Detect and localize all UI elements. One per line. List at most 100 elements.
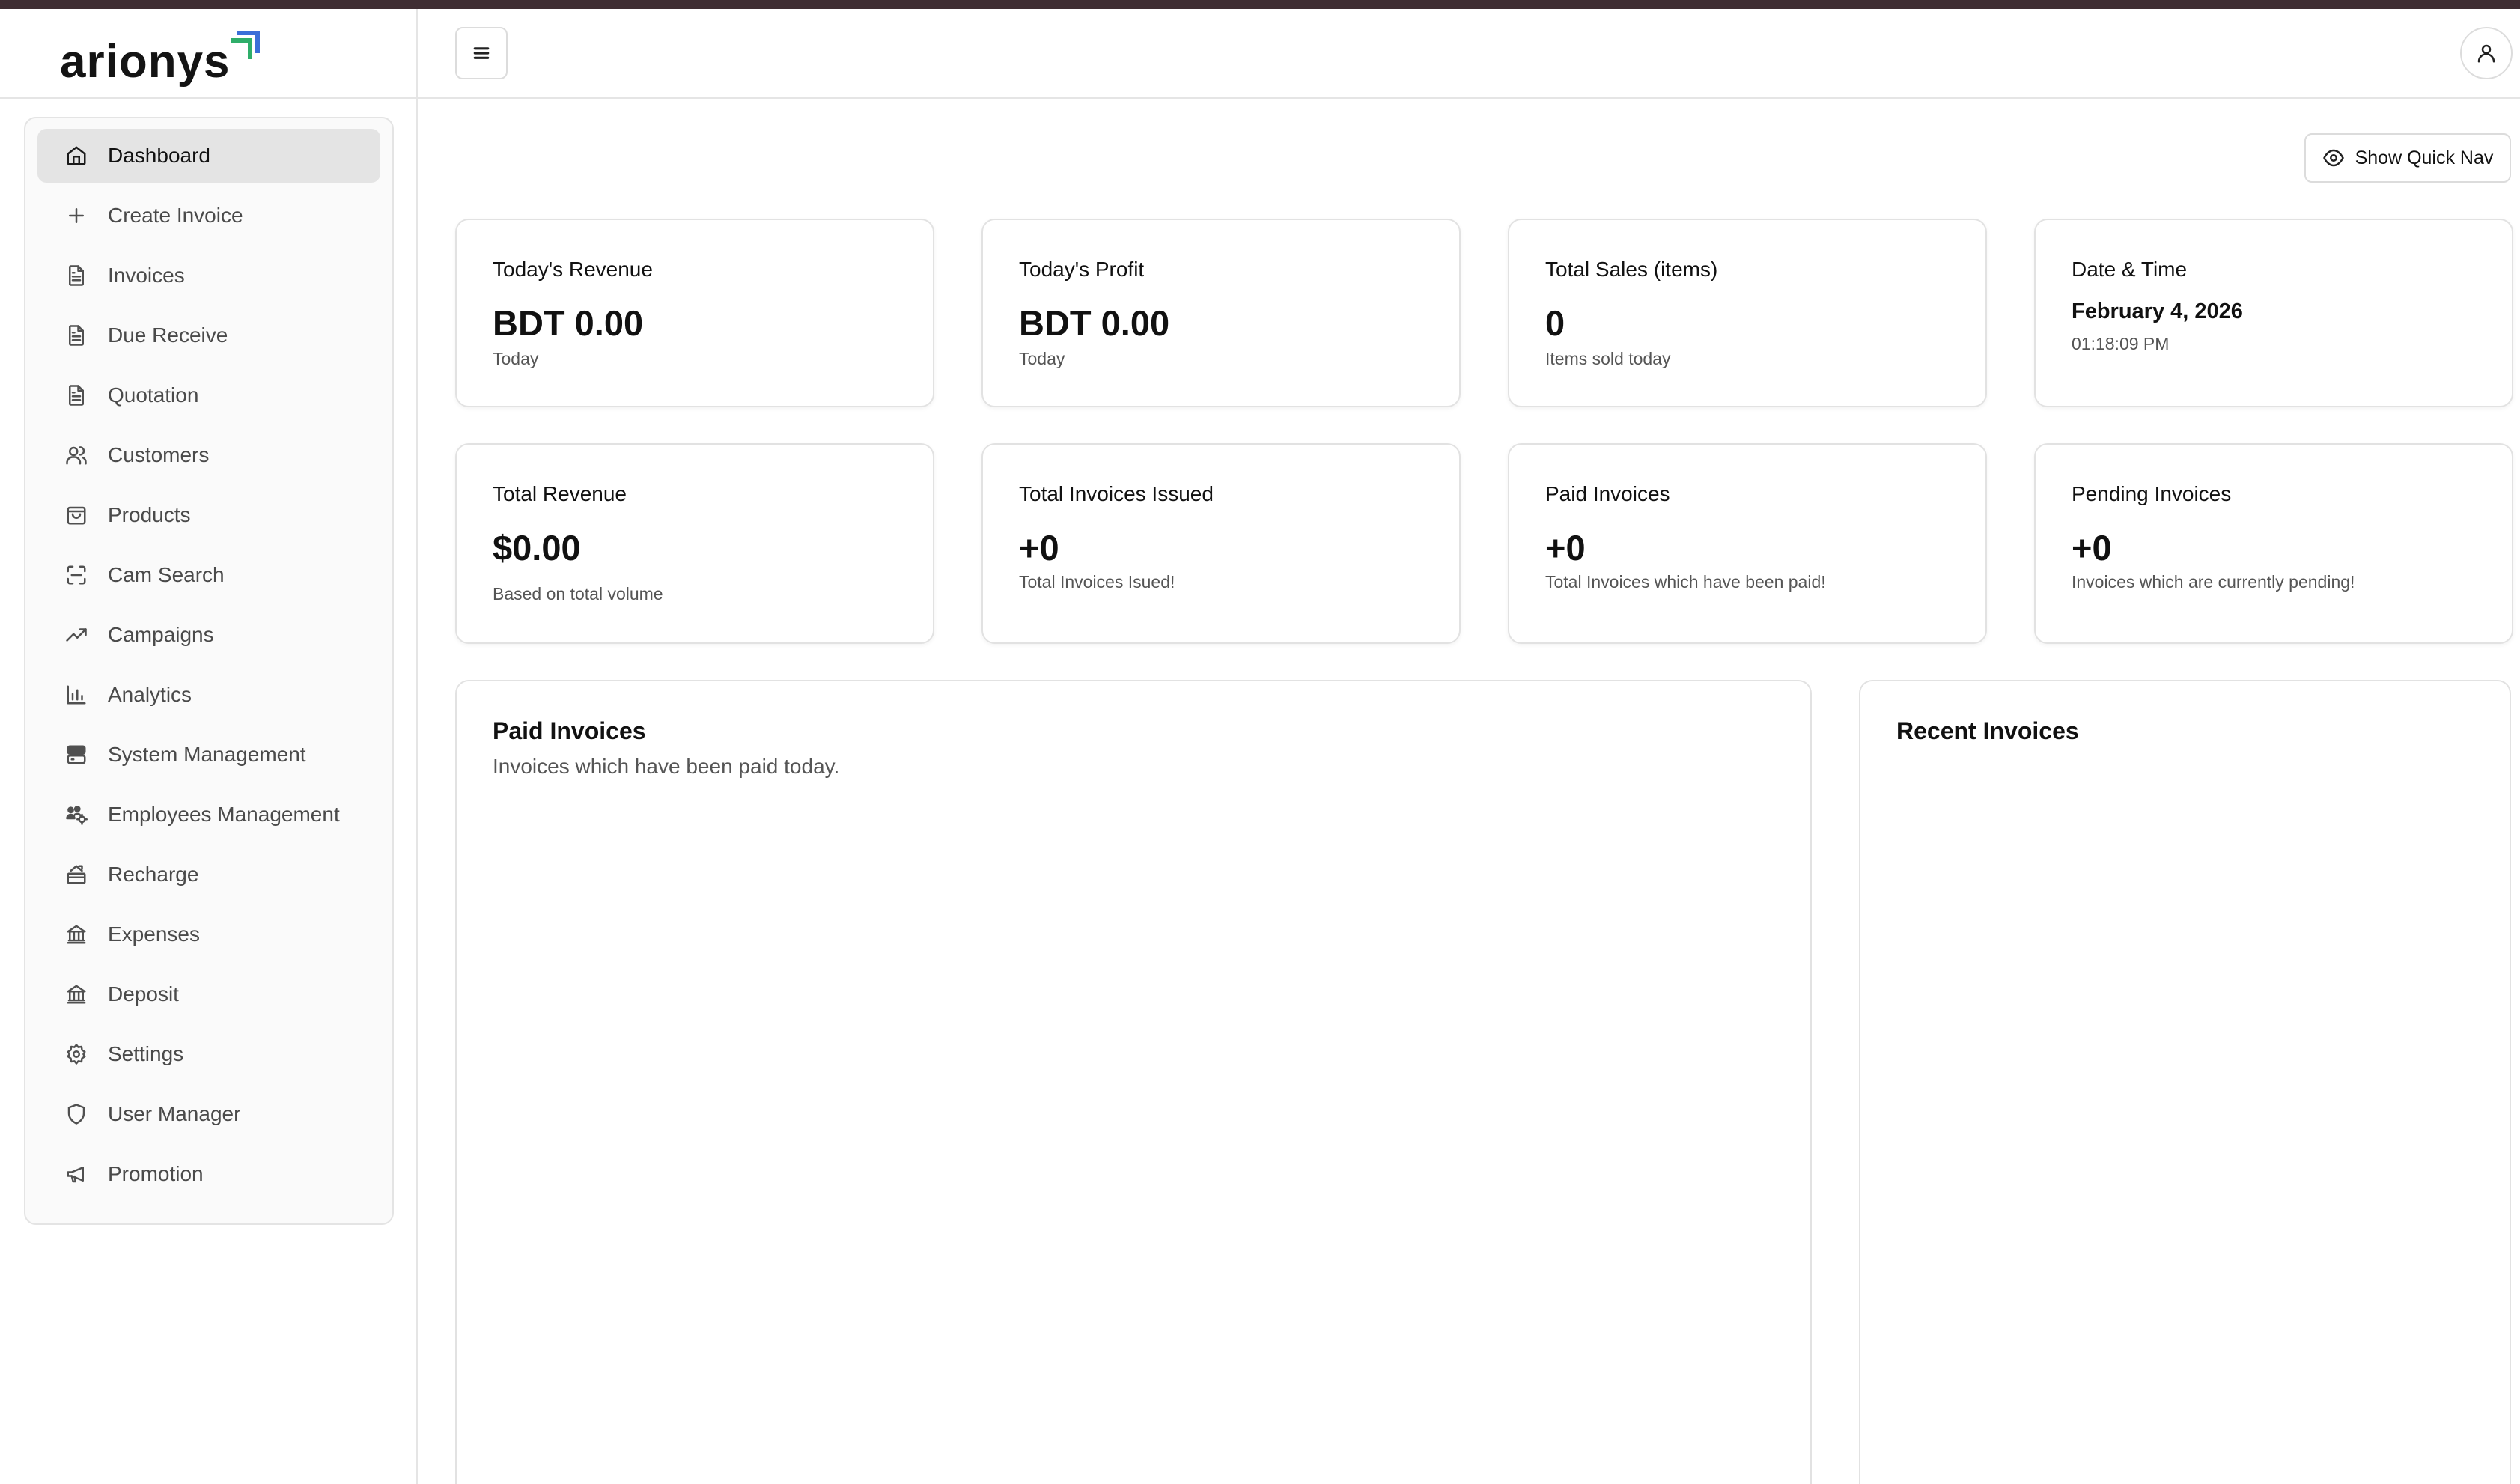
sidebar-item-label: Deposit bbox=[108, 982, 179, 1006]
current-date: February 4, 2026 bbox=[2072, 299, 2243, 323]
panel-subtitle: Invoices which have been paid today. bbox=[493, 755, 840, 778]
sidebar-item-products[interactable]: Products bbox=[37, 488, 380, 542]
sidebar-item-employees-management[interactable]: Employees Management bbox=[37, 788, 380, 842]
sidebar-item-label: Customers bbox=[108, 443, 210, 466]
eye-icon bbox=[2322, 149, 2344, 167]
stat-card-paid-invoices: Paid Invoices +0 Total Invoices which ha… bbox=[1508, 443, 1987, 644]
sidebar-item-label: Quotation bbox=[108, 383, 199, 407]
sidebar-item-label: Invoices bbox=[108, 264, 185, 287]
top-accent-bar bbox=[0, 0, 2520, 9]
stat-title: Total Invoices Issued bbox=[1019, 482, 1214, 505]
sidebar-item-campaigns[interactable]: Campaigns bbox=[37, 608, 380, 662]
sidebar-item-label: Products bbox=[108, 503, 191, 526]
top-header bbox=[418, 9, 2520, 99]
stat-subtitle: Based on total volume bbox=[493, 584, 663, 603]
brand-name: arionys bbox=[60, 36, 231, 88]
sidebar-item-quotation[interactable]: Quotation bbox=[37, 368, 380, 422]
sidebar-item-customers[interactable]: Customers bbox=[37, 428, 380, 482]
recent-invoices-panel: Recent Invoices bbox=[1859, 680, 2511, 1484]
sidebar-item-dashboard[interactable]: Dashboard bbox=[37, 129, 380, 183]
brand-mark-icon bbox=[231, 31, 260, 59]
sidebar-item-label: Create Invoice bbox=[108, 204, 243, 227]
scan-icon bbox=[64, 563, 88, 587]
document-icon bbox=[64, 264, 88, 288]
stat-value: BDT 0.00 bbox=[493, 303, 644, 343]
stat-subtitle: Total Invoices which have been paid! bbox=[1545, 572, 1826, 592]
sidebar-item-system-management[interactable]: System Management bbox=[37, 728, 380, 782]
shopping-bag-icon bbox=[64, 503, 88, 527]
user-icon bbox=[2477, 44, 2495, 63]
users-icon bbox=[64, 443, 88, 467]
stat-value: +0 bbox=[1019, 528, 1059, 568]
stat-title: Pending Invoices bbox=[2072, 482, 2232, 505]
sidebar-item-label: System Management bbox=[108, 743, 306, 766]
sidebar-item-label: Analytics bbox=[108, 683, 192, 706]
stat-title: Date & Time bbox=[2072, 258, 2188, 281]
bar-chart-icon bbox=[64, 683, 88, 707]
current-time: 01:18:09 PM bbox=[2072, 334, 2170, 353]
stat-value: +0 bbox=[1545, 528, 1586, 568]
stat-title: Today's Profit bbox=[1019, 258, 1145, 281]
menu-toggle-button[interactable] bbox=[455, 27, 508, 79]
gear-icon bbox=[64, 1042, 88, 1066]
megaphone-icon bbox=[64, 1162, 88, 1186]
sidebar-item-create-invoice[interactable]: Create Invoice bbox=[37, 189, 380, 243]
stat-card-todays-profit: Today's Profit BDT 0.00 Today bbox=[981, 219, 1461, 407]
logo-area: arionys bbox=[0, 9, 416, 99]
users-gear-icon bbox=[64, 803, 88, 827]
sidebar-item-label: Campaigns bbox=[108, 623, 214, 646]
sidebar-item-cam-search[interactable]: Cam Search bbox=[37, 548, 380, 602]
stat-title: Today's Revenue bbox=[493, 258, 653, 281]
sidebar-item-user-manager[interactable]: User Manager bbox=[37, 1087, 380, 1141]
sidebar-item-analytics[interactable]: Analytics bbox=[37, 668, 380, 722]
stat-value: 0 bbox=[1545, 303, 1565, 343]
sidebar-item-deposit[interactable]: Deposit bbox=[37, 967, 380, 1021]
paid-invoices-panel: Paid Invoices Invoices which have been p… bbox=[455, 680, 1812, 1484]
quick-nav-label: Show Quick Nav bbox=[2355, 147, 2494, 168]
document-icon bbox=[64, 323, 88, 347]
plus-icon bbox=[64, 204, 88, 228]
sidebar-nav: Dashboard Create Invoice Invoices Due Re… bbox=[24, 117, 394, 1225]
bank-icon bbox=[64, 922, 88, 946]
sidebar-item-invoices[interactable]: Invoices bbox=[37, 249, 380, 302]
panel-title: Paid Invoices bbox=[493, 717, 646, 744]
sidebar-item-label: Promotion bbox=[108, 1162, 204, 1185]
sidebar-item-settings[interactable]: Settings bbox=[37, 1027, 380, 1081]
sidebar-item-due-receive[interactable]: Due Receive bbox=[37, 308, 380, 362]
app-root: arionys Dashboard Create Invoice Invoice… bbox=[0, 0, 2520, 1484]
stat-subtitle: Items sold today bbox=[1545, 349, 1671, 368]
stat-card-pending-invoices: Pending Invoices +0 Invoices which are c… bbox=[2034, 443, 2513, 644]
stat-card-todays-revenue: Today's Revenue BDT 0.00 Today bbox=[455, 219, 934, 407]
sidebar-item-label: Settings bbox=[108, 1042, 184, 1065]
stat-title: Total Sales (items) bbox=[1545, 258, 1718, 281]
stat-value: $0.00 bbox=[493, 528, 581, 568]
stat-subtitle: Today bbox=[1019, 349, 1065, 368]
sidebar-item-expenses[interactable]: Expenses bbox=[37, 907, 380, 961]
bank-icon bbox=[64, 982, 88, 1006]
stat-title: Total Revenue bbox=[493, 482, 627, 505]
recharge-icon bbox=[64, 863, 88, 887]
show-quick-nav-button[interactable]: Show Quick Nav bbox=[2304, 133, 2511, 183]
stat-card-date-time: Date & Time February 4, 2026 01:18:09 PM bbox=[2034, 219, 2513, 407]
user-menu-button[interactable] bbox=[2460, 27, 2513, 79]
sidebar-item-label: Due Receive bbox=[108, 323, 228, 347]
sidebar: arionys Dashboard Create Invoice Invoice… bbox=[0, 9, 418, 1484]
sidebar-item-label: User Manager bbox=[108, 1102, 241, 1125]
panel-title: Recent Invoices bbox=[1896, 717, 2079, 744]
document-icon bbox=[64, 383, 88, 407]
stat-title: Paid Invoices bbox=[1545, 482, 1670, 505]
sidebar-item-promotion[interactable]: Promotion bbox=[37, 1147, 380, 1201]
brand-logo[interactable]: arionys bbox=[60, 25, 264, 93]
trending-up-icon bbox=[64, 623, 88, 647]
stat-subtitle: Today bbox=[493, 349, 539, 368]
stat-subtitle: Total Invoices Isued! bbox=[1019, 572, 1175, 592]
stat-card-total-sales: Total Sales (items) 0 Items sold today bbox=[1508, 219, 1987, 407]
stat-card-total-invoices-issued: Total Invoices Issued +0 Total Invoices … bbox=[981, 443, 1461, 644]
sidebar-item-label: Expenses bbox=[108, 922, 200, 946]
server-icon bbox=[64, 743, 88, 767]
sidebar-item-label: Employees Management bbox=[108, 803, 340, 826]
stat-value: BDT 0.00 bbox=[1019, 303, 1170, 343]
sidebar-item-label: Recharge bbox=[108, 863, 199, 886]
sidebar-item-recharge[interactable]: Recharge bbox=[37, 848, 380, 901]
home-icon bbox=[64, 144, 88, 168]
